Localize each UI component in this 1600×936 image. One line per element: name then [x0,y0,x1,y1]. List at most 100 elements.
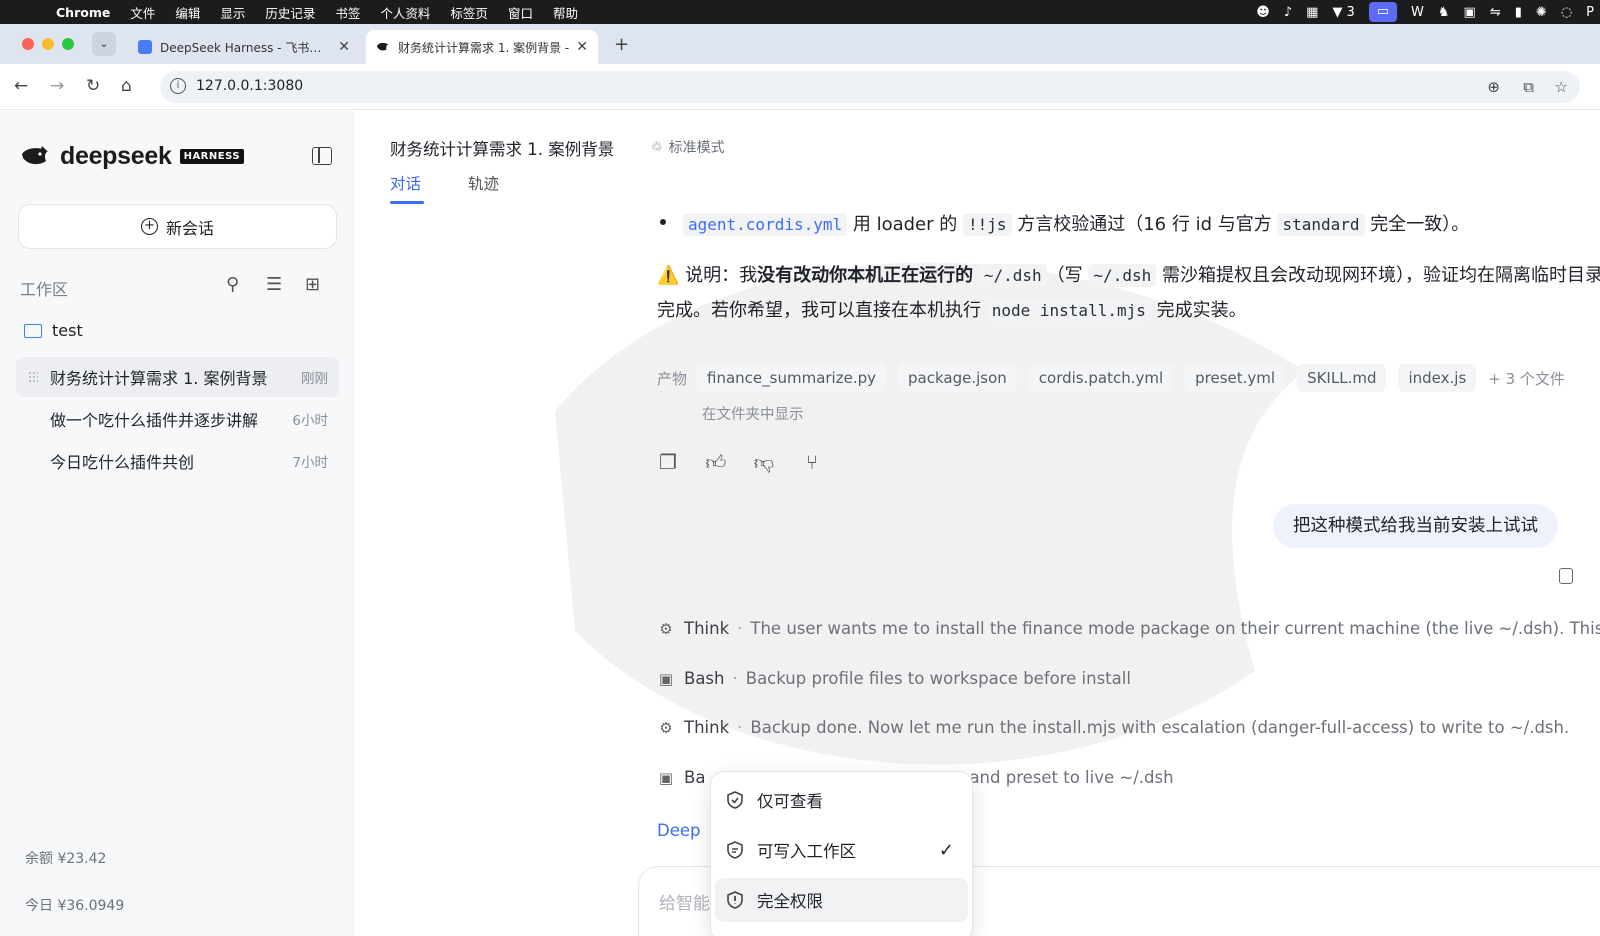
folder-test[interactable]: test [24,321,83,340]
chat-icon[interactable]: ◌ [1561,5,1572,20]
close-icon[interactable]: ✕ [576,39,588,55]
doc-favicon-icon [138,40,152,54]
tab-active[interactable]: 财务统计计算需求 1. 案例背景 - ✕ [366,30,598,64]
openai-icon[interactable]: ✺ [1536,5,1547,20]
conversation-item[interactable]: 财务统计计算需求 1. 案例背景 刚刚 [16,357,339,397]
forward-arrow-icon[interactable]: → [50,76,64,96]
minimize-window-button[interactable] [42,38,54,50]
permission-read-only[interactable]: 仅可查看 [715,778,968,822]
artifact-chip[interactable]: finance_summarize.py [697,364,886,392]
menu-edit[interactable]: 编辑 [175,3,200,22]
inline-code: node install.mjs [986,299,1151,322]
screen-icon[interactable]: ▭ [1368,2,1398,22]
status-icons: ☻ ♪ ▦ ▼ 3 ▭ W ♞ ▣ ⇋ ▮ ✺ ◌ P [1256,0,1594,24]
maximize-window-button[interactable] [62,38,74,50]
conversation-time: 7小时 [292,455,328,471]
menu-profiles[interactable]: 个人资料 [380,3,430,22]
artifact-chip[interactable]: cordis.patch.yml [1028,364,1174,392]
switch-icon[interactable]: ⇋ [1490,5,1501,20]
new-chat-button[interactable]: + 新会话 [18,204,337,249]
workspace-label: 工作区 [20,280,69,299]
step-kind: Ba [684,768,706,787]
drag-handle-icon[interactable] [28,371,38,383]
site-info-icon[interactable]: i [170,78,186,94]
menu-app[interactable]: Chrome [56,5,110,20]
back-arrow-icon[interactable]: ← [14,76,28,96]
artifact-chip[interactable]: preset.yml [1185,364,1286,392]
artifacts-row: 产物 finance_summarize.py package.json cor… [657,364,1565,392]
conversation-time: 刚刚 [301,371,328,387]
close-window-button[interactable] [22,38,34,50]
trace-step-bash[interactable]: ▣ Bash · Backup profile files to workspa… [657,669,1131,688]
p-icon[interactable]: P [1586,5,1594,20]
bookmark-star-icon[interactable]: ☆ [1555,78,1568,96]
permission-full-access[interactable]: 完全权限 [715,878,968,922]
shield-icon [727,791,743,809]
shield-edit-icon [727,841,743,859]
menu-view[interactable]: 显示 [220,3,245,22]
url-text[interactable]: 127.0.0.1:3080 [196,78,303,94]
menu-help[interactable]: 帮助 [553,3,578,22]
conversation-title: 做一个吃什么插件并逐步讲解 [50,411,259,430]
menu-tab[interactable]: 标签页 [450,3,488,22]
sidebar-toggle-icon[interactable] [312,147,332,165]
install-app-icon[interactable]: ⧉ [1523,78,1534,96]
search-icon[interactable]: ⚲ [226,274,239,295]
reload-icon[interactable]: ↻ [86,76,100,96]
copy-icon[interactable]: ❐ [657,450,679,475]
inline-code-link[interactable]: agent.cordis.yml [683,213,848,236]
battery-icon[interactable]: ▮ [1515,5,1522,20]
mode-indicator[interactable]: ♲ 标准模式 [651,137,725,157]
conversation-item[interactable]: 今日吃什么插件共创 7小时 [16,441,339,481]
trace-step-think[interactable]: ⚙ Think · The user wants me to install t… [657,619,1600,638]
branch-icon[interactable]: ⑂ [801,450,823,475]
trace-step-think[interactable]: ⚙ Think · Backup done. Now let me run th… [657,718,1569,737]
conversation-title: 今日吃什么插件共创 [50,453,195,472]
menu-file[interactable]: 文件 [130,3,155,22]
new-folder-icon[interactable]: ⊞ [305,274,320,295]
show-in-folder-link[interactable]: 在文件夹中显示 [702,403,804,424]
tab-trace[interactable]: 轨迹 [468,172,499,194]
new-tab-plus-icon[interactable]: + [614,34,629,55]
home-icon[interactable]: ⌂ [121,76,132,96]
close-icon[interactable]: ✕ [338,39,350,55]
copy-icon[interactable] [1559,568,1573,584]
conversation-item[interactable]: 做一个吃什么插件并逐步讲解 6小时 [16,399,339,439]
permission-menu: 仅可查看 可写入工作区 ✓ 完全权限 [710,771,973,936]
permission-write-workspace[interactable]: 可写入工作区 ✓ [715,828,968,872]
filter-sliders-icon[interactable]: ☰ [266,274,282,295]
terminal-icon: ▣ [658,768,674,787]
permission-label: 仅可查看 [757,792,823,811]
emoji-icon[interactable]: ☻ [1256,5,1270,20]
thumbs-up-icon[interactable]: 👍︎ [705,450,727,475]
menu-window[interactable]: 窗口 [508,3,533,22]
artifact-chip[interactable]: SKILL.md [1297,364,1387,392]
think-icon: ⚙ [659,718,673,737]
grid-icon[interactable]: ▦ [1306,5,1318,20]
think-icon: ⚙ [659,619,673,638]
balance-text: 余额 ¥23.42 [25,851,107,867]
tab-feishu[interactable]: DeepSeek Harness - 飞书云文 ✕ [128,30,360,64]
url-field[interactable]: i 127.0.0.1:3080 ⊕ ⧉ ☆ [160,71,1580,103]
zoom-icon[interactable]: ⊕ [1487,78,1500,96]
cat-icon[interactable]: ♞ [1438,5,1450,20]
folder-label: test [52,321,83,340]
shirt-icon[interactable]: ▼ [1332,5,1342,20]
new-chat-label: 新会话 [165,218,214,238]
menu-history[interactable]: 历史记录 [265,3,315,22]
artifact-chip[interactable]: package.json [898,364,1017,392]
mic-icon[interactable]: ♪ [1284,5,1292,20]
tab-search-chevron-icon[interactable]: ⌄ [92,32,116,56]
thumbs-down-icon[interactable]: 👎︎ [753,450,775,475]
calendar-icon[interactable]: ▣ [1464,5,1476,20]
deep-link[interactable]: Deep [657,821,700,840]
artifact-chip[interactable]: index.js [1398,364,1477,392]
active-tab-indicator [390,201,424,204]
tab-chat[interactable]: 对话 [390,172,421,194]
text-segment: （写 [1046,265,1089,286]
tab-title: 财务统计计算需求 1. 案例背景 - [398,40,570,55]
conversation-time: 6小时 [292,413,328,429]
more-files-link[interactable]: + 3 个文件 [1488,368,1565,389]
wps-icon[interactable]: W [1411,5,1424,20]
menu-bookmarks[interactable]: 书签 [335,3,360,22]
